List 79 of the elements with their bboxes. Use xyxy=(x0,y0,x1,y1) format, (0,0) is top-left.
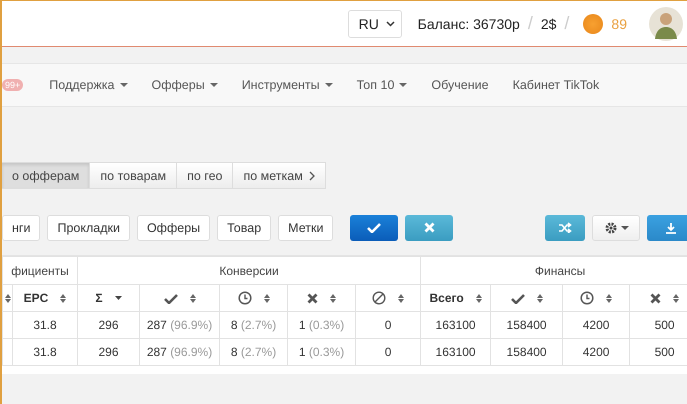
shuffle-button[interactable] xyxy=(545,214,585,240)
table-cell: 296 xyxy=(98,345,119,359)
filter-button[interactable]: Товар xyxy=(217,214,272,240)
dollar-balance: 2$ xyxy=(540,16,556,32)
view-tab[interactable]: по гео xyxy=(177,162,234,189)
group-header: Конверсии xyxy=(219,264,279,278)
filter-button[interactable]: Прокладки xyxy=(47,214,130,240)
close-icon[interactable] xyxy=(307,292,318,304)
filter-button[interactable]: Офферы xyxy=(136,214,210,240)
group-header: фициенты xyxy=(11,264,69,278)
check-icon[interactable] xyxy=(510,292,525,304)
table-cell: 1 (0.3%) xyxy=(298,345,344,359)
table-cell: 31.8 xyxy=(33,345,57,359)
table-cell: 4200 xyxy=(582,345,610,359)
table-cell: 158400 xyxy=(506,345,547,359)
sort-icon[interactable] xyxy=(476,294,482,302)
caret-icon xyxy=(620,226,628,230)
settings-icon xyxy=(604,220,618,234)
sort-icon[interactable] xyxy=(330,294,336,302)
column-header[interactable]: EPC xyxy=(24,291,48,305)
table-cell: 287 (96.9%) xyxy=(146,345,212,359)
separator-text: / xyxy=(564,13,570,34)
table-cell: 158400 xyxy=(506,318,547,332)
shuffle-icon xyxy=(558,222,572,233)
nav-link[interactable]: Кабинет TikTok xyxy=(512,78,600,92)
group-header: Финансы xyxy=(534,264,586,278)
table-cell: 163100 xyxy=(436,345,476,359)
filter-button[interactable]: нги xyxy=(2,214,40,240)
download-button[interactable] xyxy=(647,214,687,240)
table-cell: 500 xyxy=(654,318,675,332)
nav-link[interactable]: Топ 10 xyxy=(356,78,408,92)
apply-button[interactable] xyxy=(350,214,398,240)
table-cell: 0 xyxy=(384,345,392,359)
table-cell: 163100 xyxy=(436,318,476,332)
table-cell: 500 xyxy=(654,345,675,359)
nav-link[interactable]: Офферы xyxy=(152,78,218,92)
chevron-down-icon xyxy=(386,20,395,26)
close-icon xyxy=(424,222,435,233)
ban-icon[interactable] xyxy=(372,291,386,305)
notification-badge: 99+ xyxy=(2,79,24,91)
coin-count: 89 xyxy=(611,16,627,32)
nav-link[interactable]: Инструменты xyxy=(242,78,333,92)
table-cell: 31.8 xyxy=(33,318,57,332)
reset-button[interactable] xyxy=(405,214,454,240)
view-tab[interactable]: по меткам xyxy=(233,162,326,189)
sort-icon[interactable] xyxy=(398,294,404,302)
view-tab[interactable]: о офферам xyxy=(2,162,90,189)
table-cell: 4200 xyxy=(582,318,610,332)
nav-link[interactable]: Поддержка xyxy=(49,78,128,92)
table-cell: 8 (2.7%) xyxy=(230,318,276,332)
view-tab[interactable]: по товарам xyxy=(90,162,178,189)
table-cell: 296 xyxy=(98,318,119,332)
clock-icon[interactable] xyxy=(238,291,252,305)
table-cell: 8 (2.7%) xyxy=(230,345,276,359)
settings-button[interactable] xyxy=(592,214,640,240)
download-icon xyxy=(665,222,677,234)
separator-text: / xyxy=(528,13,533,34)
close-icon[interactable] xyxy=(650,292,662,304)
check-icon xyxy=(367,222,382,233)
clock-icon[interactable] xyxy=(580,291,594,305)
language-select[interactable]: RU xyxy=(348,10,402,38)
sort-icon[interactable] xyxy=(190,294,196,302)
filter-button[interactable]: Метки xyxy=(278,214,334,240)
avatar-icon[interactable] xyxy=(649,6,683,40)
coin-icon xyxy=(583,14,604,34)
sort-icon[interactable] xyxy=(606,294,612,302)
balance-text: Баланс: 36730р xyxy=(418,16,520,32)
table-cell: 0 xyxy=(384,318,392,332)
table-cell: 1 (0.3%) xyxy=(298,318,344,332)
nav-link[interactable]: Обучение xyxy=(431,78,489,92)
check-icon[interactable] xyxy=(164,292,178,304)
sort-icon[interactable] xyxy=(536,294,543,302)
sort-desc-icon[interactable] xyxy=(114,296,122,300)
sort-icon[interactable] xyxy=(264,294,270,302)
column-header[interactable]: Σ xyxy=(95,291,103,305)
table-cell: 287 (96.9%) xyxy=(146,318,212,332)
sort-icon[interactable] xyxy=(60,294,66,302)
sort-icon[interactable] xyxy=(673,294,680,302)
sort-icon[interactable] xyxy=(4,294,10,302)
